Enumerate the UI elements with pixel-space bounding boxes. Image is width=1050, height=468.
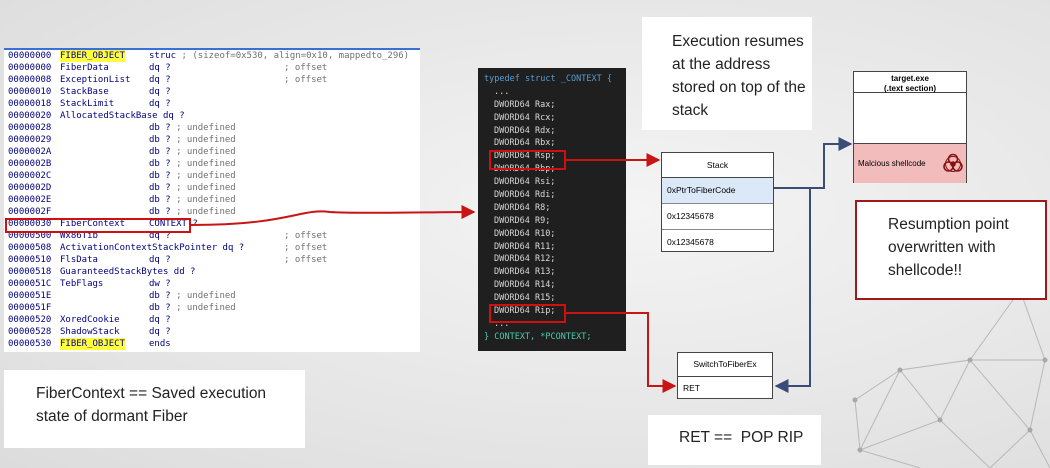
arrow-stack-to-shellcode — [774, 137, 853, 189]
arrow-fibercontext-to-context — [190, 205, 476, 226]
arrow-ret-to-stack — [774, 188, 811, 393]
connector-arrows — [190, 137, 853, 393]
arrow-rip-to-ret — [566, 312, 677, 393]
